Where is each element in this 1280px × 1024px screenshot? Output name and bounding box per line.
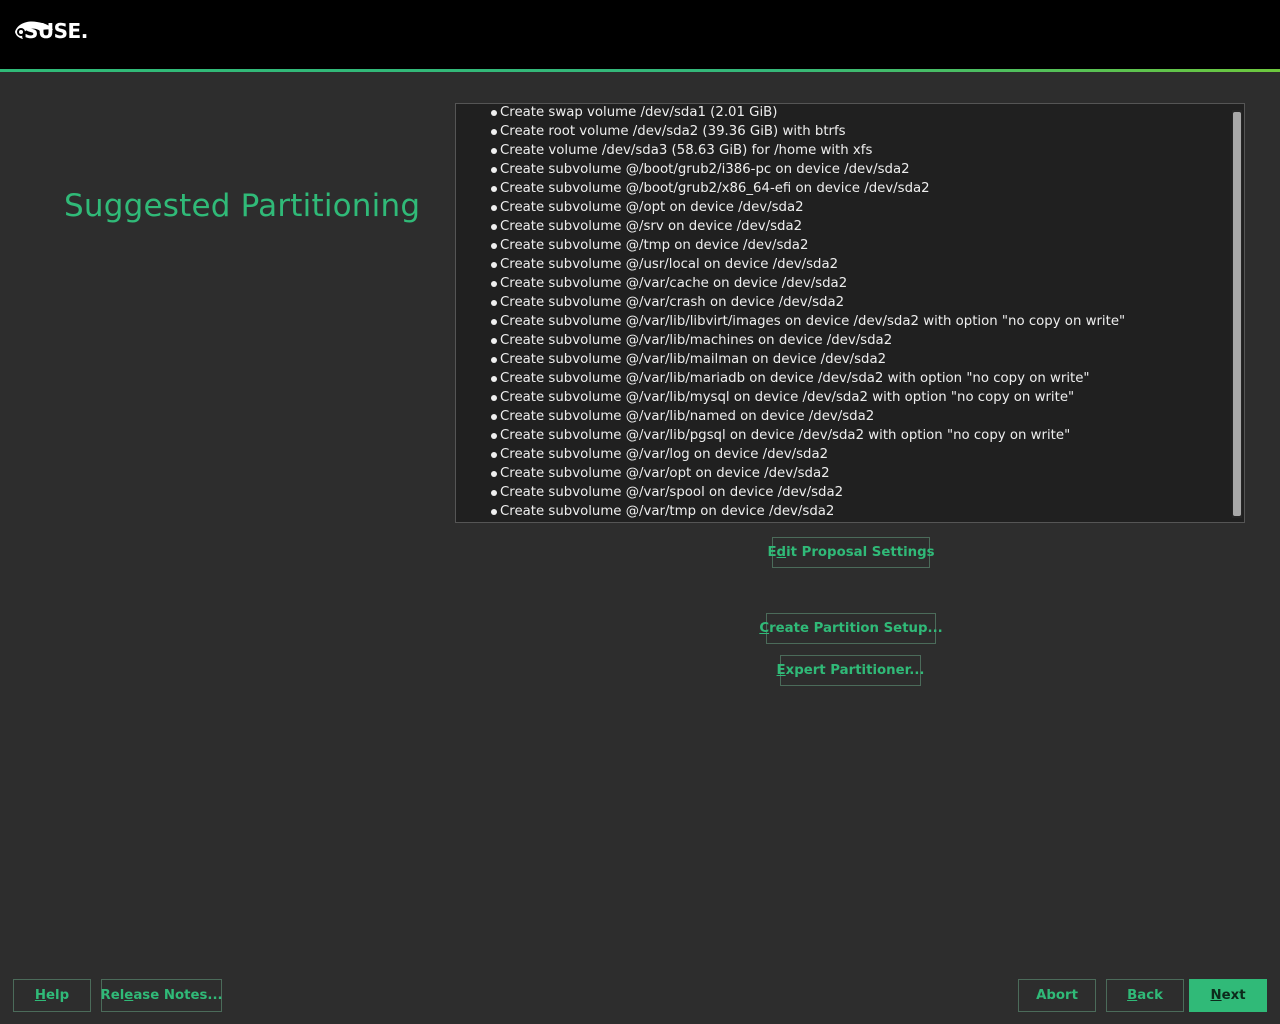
proposal-action-text: Create subvolume @/boot/grub2/i386-pc on… — [500, 162, 910, 177]
proposal-action-text: Create subvolume @/var/lib/mariadb on de… — [500, 371, 1090, 386]
back-button[interactable]: Back — [1106, 979, 1184, 1012]
proposal-action-text: Create subvolume @/var/lib/mysql on devi… — [500, 390, 1075, 405]
bullet-icon — [491, 395, 497, 401]
proposal-action-item: Create subvolume @/var/tmp on device /de… — [456, 503, 1230, 522]
button-label-part: reate Partition Setup... — [769, 621, 943, 636]
release-notes-button[interactable]: Rel e ase Notes... — [100, 979, 223, 1012]
bullet-icon — [491, 148, 497, 154]
proposal-action-text: Create subvolume @/var/crash on device /… — [500, 295, 845, 310]
proposal-action-item: Create subvolume @/var/lib/named on devi… — [456, 408, 1230, 427]
create-partition-setup-button[interactable]: Create Partition Setup... — [759, 613, 943, 644]
bullet-icon — [491, 186, 497, 192]
proposal-action-text: Create volume /dev/sda3 (58.63 GiB) for … — [500, 143, 873, 158]
bullet-icon — [491, 471, 497, 477]
proposal-action-item: Create subvolume @/var/log on device /de… — [456, 446, 1230, 465]
partition-proposal-list[interactable]: Create swap volume /dev/sda1 (2.01 GiB) C… — [455, 103, 1245, 523]
proposal-action-item: Create swap volume /dev/sda1 (2.01 GiB) — [456, 104, 1230, 123]
proposal-action-item: Create subvolume @/var/lib/mailman on de… — [456, 351, 1230, 370]
bullet-icon — [491, 509, 497, 515]
proposal-action-item: Create subvolume @/opt on device /dev/sd… — [456, 199, 1230, 218]
page-title: Suggested Partitioning — [64, 188, 421, 224]
expert-partitioner-button[interactable]: Expert Partitioner... — [776, 655, 924, 686]
proposal-action-text: Create subvolume @/var/lib/pgsql on devi… — [500, 428, 1071, 443]
proposal-action-text: Create subvolume @/var/opt on device /de… — [500, 466, 830, 481]
bullet-icon — [491, 129, 497, 135]
button-accelerator: C — [759, 621, 770, 636]
proposal-action-text: Create subvolume @/srv on device /dev/sd… — [500, 219, 803, 234]
button-label-part: xpert Partitioner... — [785, 663, 925, 678]
proposal-action-text: Create subvolume @/var/cache on device /… — [500, 276, 848, 291]
logo-text: SUSE. — [24, 19, 88, 43]
bullet-icon — [491, 357, 497, 363]
bullet-icon — [491, 319, 497, 325]
vertical-scrollbar[interactable] — [1232, 110, 1242, 518]
proposal-action-item: Create subvolume @/var/cache on device /… — [456, 275, 1230, 294]
proposal-action-item: Create root volume /dev/sda2 (39.36 GiB)… — [456, 123, 1230, 142]
next-button[interactable]: Next — [1189, 979, 1267, 1012]
button-label-part: ase Notes... — [133, 988, 223, 1003]
proposal-action-item: Create subvolume @/var/opt on device /de… — [456, 465, 1230, 484]
bullet-icon — [491, 452, 497, 458]
proposal-action-item: Create subvolume @/boot/grub2/x86_64-efi… — [456, 180, 1230, 199]
proposal-action-text: Create subvolume @/var/lib/libvirt/image… — [500, 314, 1126, 329]
scrollbar-thumb[interactable] — [1233, 112, 1241, 516]
abort-button[interactable]: Abort — [1018, 979, 1096, 1012]
button-label-part: Rel — [100, 988, 125, 1003]
proposal-action-item: Create subvolume @/var/lib/mysql on devi… — [456, 389, 1230, 408]
proposal-action-item: Create subvolume @/var/spool on device /… — [456, 484, 1230, 503]
bullet-icon — [491, 110, 497, 116]
proposal-action-text: Create subvolume @/var/lib/named on devi… — [500, 409, 875, 424]
button-label-part: E — [767, 545, 777, 560]
button-label-part: it Proposal Settings — [786, 545, 935, 560]
proposal-action-text: Create subvolume @/opt on device /dev/sd… — [500, 200, 804, 215]
proposal-action-item: Create volume /dev/sda3 (58.63 GiB) for … — [456, 142, 1230, 161]
button-accelerator: d — [776, 545, 787, 560]
button-label-part: ack — [1137, 988, 1163, 1003]
button-accelerator: E — [776, 663, 786, 678]
proposal-action-text: Create subvolume @/var/log on device /de… — [500, 447, 829, 462]
proposal-action-text: Create subvolume @/usr/local on device /… — [500, 257, 839, 272]
proposal-action-text: Create subvolume @/var/tmp on device /de… — [500, 504, 835, 519]
proposal-action-text: Create subvolume @/var/lib/mailman on de… — [500, 352, 887, 367]
bullet-icon — [491, 300, 497, 306]
proposal-action-item: Create subvolume @/usr/local on device /… — [456, 256, 1230, 275]
proposal-action-item: Create subvolume @/tmp on device /dev/sd… — [456, 237, 1230, 256]
button-accelerator: N — [1210, 988, 1222, 1003]
header-accent-line — [0, 69, 1280, 72]
button-accelerator: B — [1127, 988, 1138, 1003]
proposal-action-item: Create subvolume @/var/lib/machines on d… — [456, 332, 1230, 351]
proposal-action-item: Create subvolume @/var/lib/mariadb on de… — [456, 370, 1230, 389]
proposal-action-text: Create subvolume @/tmp on device /dev/sd… — [500, 238, 809, 253]
button-accelerator: H — [34, 988, 47, 1003]
proposal-action-item: Create subvolume @/boot/grub2/i386-pc on… — [456, 161, 1230, 180]
proposal-action-text: Create subvolume @/var/lib/machines on d… — [500, 333, 893, 348]
proposal-action-text: Create swap volume /dev/sda1 (2.01 GiB) — [500, 105, 778, 120]
bullet-icon — [491, 167, 497, 173]
bullet-icon — [491, 433, 497, 439]
bullet-icon — [491, 338, 497, 344]
button-label: Abort — [1036, 988, 1078, 1003]
bullet-icon — [491, 224, 497, 230]
proposal-action-item: Create subvolume @/srv on device /dev/sd… — [456, 218, 1230, 237]
help-button[interactable]: Help — [13, 979, 91, 1012]
proposal-action-item: Create subvolume @/var/lib/libvirt/image… — [456, 313, 1230, 332]
bullet-icon — [491, 490, 497, 496]
bullet-icon — [491, 414, 497, 420]
bullet-icon — [491, 376, 497, 382]
header-bar: SUSE. — [0, 0, 1280, 69]
bullet-icon — [491, 243, 497, 249]
edit-proposal-settings-button[interactable]: Ed it Proposal Settings — [767, 537, 935, 568]
bullet-icon — [491, 281, 497, 287]
proposal-action-item: Create subvolume @/var/lib/pgsql on devi… — [456, 427, 1230, 446]
bullet-icon — [491, 205, 497, 211]
proposal-action-text: Create subvolume @/var/spool on device /… — [500, 485, 844, 500]
proposal-action-text: Create root volume /dev/sda2 (39.36 GiB)… — [500, 124, 846, 139]
button-label-part: elp — [46, 988, 70, 1003]
proposal-action-item: Create subvolume @/var/crash on device /… — [456, 294, 1230, 313]
bullet-icon — [491, 262, 497, 268]
button-label-part: ext — [1221, 988, 1246, 1003]
proposal-action-text: Create subvolume @/boot/grub2/x86_64-efi… — [500, 181, 930, 196]
proposal-actions: Create swap volume /dev/sda1 (2.01 GiB) C… — [456, 104, 1230, 522]
button-accelerator: e — [124, 988, 134, 1003]
